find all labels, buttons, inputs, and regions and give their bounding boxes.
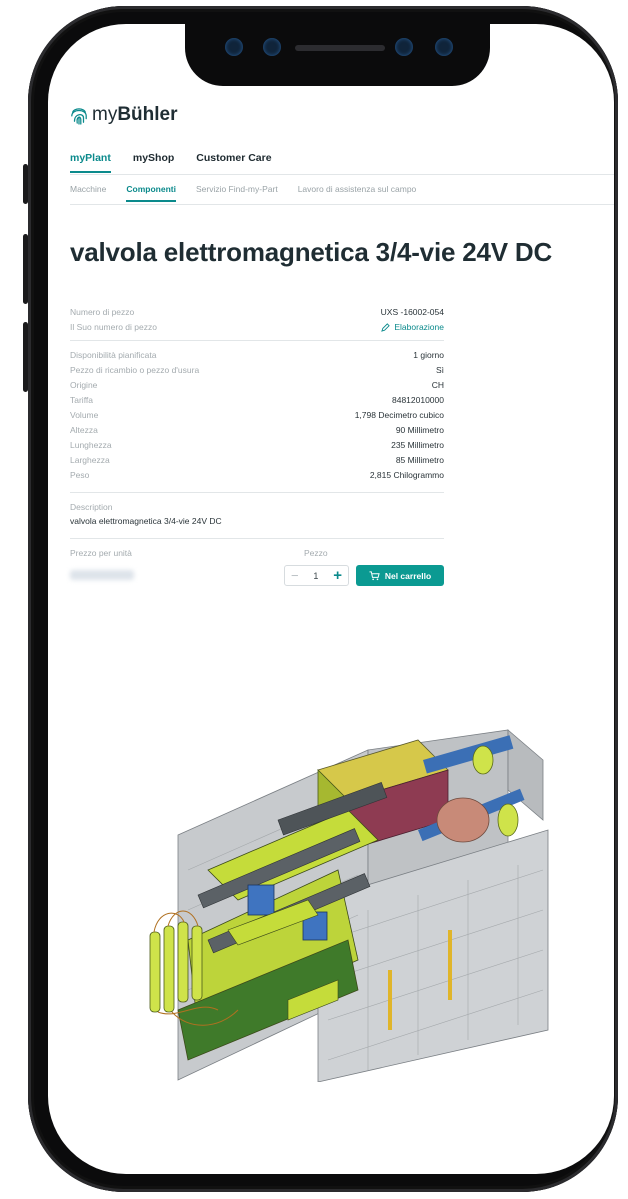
tab-find-my-part[interactable]: Servizio Find-my-Part	[196, 184, 278, 202]
attribute-value: 1 giorno	[413, 350, 444, 360]
edit-label: Elaborazione	[394, 322, 444, 332]
attribute-value: 235 Millimetro	[391, 440, 444, 450]
description-value: valvola elettromagnetica 3/4-vie 24V DC	[70, 516, 222, 526]
sensor-icon	[395, 38, 413, 56]
part-number-value: UXS -16002-054	[380, 307, 444, 317]
quantity-label: Pezzo	[304, 548, 328, 558]
own-number-label: Il Suo numero di pezzo	[70, 322, 157, 332]
secondary-nav-divider	[70, 204, 614, 205]
attribute-label: Lunghezza	[70, 440, 112, 450]
pencil-icon	[381, 323, 391, 332]
description-divider	[70, 538, 444, 539]
quantity-stepper: − 1 +	[284, 565, 349, 586]
attribute-label: Origine	[70, 380, 98, 390]
attribute-label: Peso	[70, 470, 90, 480]
primary-nav-divider	[70, 174, 614, 175]
specs-divider-1	[70, 340, 444, 341]
part-number-section: Numero di pezzo UXS -16002-054 Il Suo nu…	[70, 305, 444, 335]
add-to-cart-button[interactable]: Nel carrello	[356, 565, 444, 586]
attribute-row: Peso 2,815 Chilogrammo	[70, 468, 444, 483]
nav-myplant[interactable]: myPlant	[70, 152, 111, 173]
attribute-value: 90 Millimetro	[395, 425, 444, 435]
volume-down-button	[23, 322, 28, 392]
attribute-row: Origine CH	[70, 378, 444, 393]
attribute-label: Altezza	[70, 425, 98, 435]
part-number-row: Numero di pezzo UXS -16002-054	[70, 305, 444, 320]
camera-icon	[225, 38, 243, 56]
description-label: Description	[70, 502, 113, 512]
part-number-label: Numero di pezzo	[70, 307, 135, 317]
side-button	[23, 164, 28, 204]
sensor-icon	[263, 38, 281, 56]
phone-notch	[185, 24, 490, 86]
tab-macchine[interactable]: Macchine	[70, 184, 106, 202]
specs-divider-2	[70, 492, 444, 493]
attribute-value: CH	[431, 380, 444, 390]
phone-screen: myBühler myPlant myShop Customer Care Ma…	[48, 24, 614, 1174]
tab-componenti[interactable]: Componenti	[126, 184, 176, 202]
primary-nav: myPlant myShop Customer Care	[70, 152, 272, 173]
nav-myshop[interactable]: myShop	[133, 152, 174, 173]
attribute-label: Volume	[70, 410, 99, 420]
attribute-label: Disponibilità pianificata	[70, 350, 157, 360]
attribute-row: Altezza 90 Millimetro	[70, 423, 444, 438]
attribute-value: 2,815 Chilogrammo	[369, 470, 444, 480]
quantity-input[interactable]: 1	[313, 571, 318, 581]
add-to-cart-label: Nel carrello	[384, 570, 432, 581]
secondary-nav: Macchine Componenti Servizio Find-my-Par…	[70, 184, 416, 202]
tab-field-service[interactable]: Lavoro di assistenza sul campo	[298, 184, 417, 202]
increment-button[interactable]: +	[333, 567, 342, 584]
edit-link[interactable]: Elaborazione	[381, 320, 444, 335]
attribute-row: Tariffa 84812010000	[70, 393, 444, 408]
fingerprint-icon	[71, 108, 87, 125]
sensor-icon	[435, 38, 453, 56]
volume-up-button	[23, 234, 28, 304]
own-number-row: Il Suo numero di pezzo Elaborazione	[70, 320, 444, 335]
attribute-row: Disponibilità pianificata 1 giorno	[70, 348, 444, 363]
decrement-button[interactable]: −	[291, 568, 299, 583]
price-value-blurred	[70, 570, 134, 580]
speaker-grille	[295, 45, 385, 51]
attribute-value: Sì	[435, 365, 444, 375]
web-page: myBühler myPlant myShop Customer Care Ma…	[48, 24, 614, 1174]
attribute-row: Pezzo di ricambio o pezzo d'usura Sì	[70, 363, 444, 378]
attribute-row: Lunghezza 235 Millimetro	[70, 438, 444, 453]
attribute-value: 84812010000	[391, 395, 444, 405]
nav-customer-care[interactable]: Customer Care	[196, 152, 271, 173]
attribute-row: Volume 1,798 Decimetro cubico	[70, 408, 444, 423]
mybuhler-logo[interactable]: myBühler	[70, 104, 178, 126]
attribute-row: Larghezza 85 Millimetro	[70, 453, 444, 468]
cart-icon	[369, 570, 380, 580]
product-title: valvola elettromagnetica 3/4-vie 24V DC	[70, 237, 553, 267]
attribute-value: 85 Millimetro	[395, 455, 444, 465]
attribute-label: Pezzo di ricambio o pezzo d'usura	[70, 365, 200, 375]
attribute-value: 1,798 Decimetro cubico	[354, 410, 444, 420]
attribute-label: Tariffa	[70, 395, 93, 405]
attribute-label: Larghezza	[70, 455, 110, 465]
price-label: Prezzo per unità	[70, 548, 132, 558]
product-machine-image	[149, 729, 549, 1082]
brand-name: myBühler	[92, 104, 178, 125]
attributes-section: Disponibilità pianificata 1 giorno Pezzo …	[70, 348, 444, 483]
